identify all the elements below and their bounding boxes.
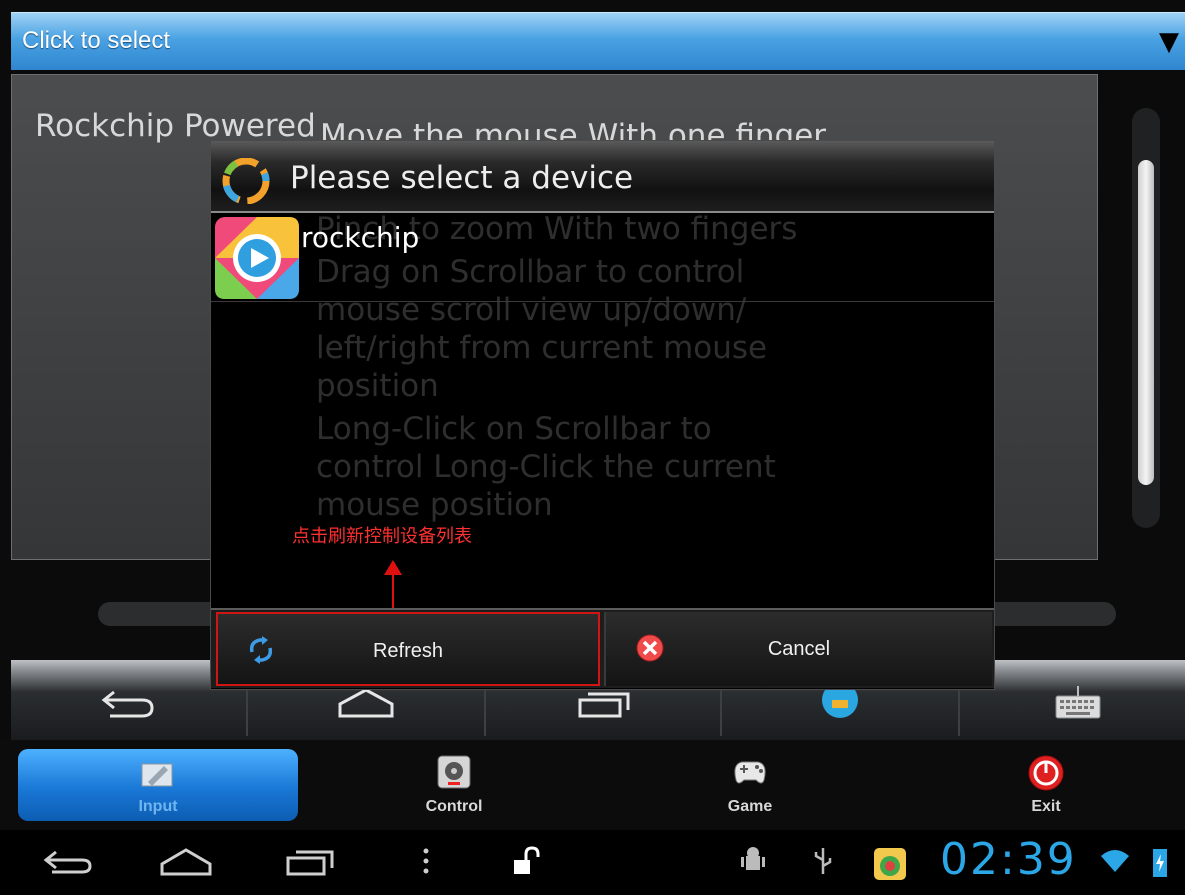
app-logo-icon <box>222 158 270 204</box>
tab-input[interactable]: Input <box>78 750 238 822</box>
gamepad-icon <box>734 761 766 784</box>
power-icon <box>1028 755 1064 791</box>
vertical-scrollbar-thumb[interactable] <box>1138 160 1154 485</box>
help-line: Long-Click on Scrollbar to <box>316 411 712 447</box>
select-label: Click to select <box>22 27 171 54</box>
input-icon <box>141 763 173 787</box>
remote-back-icon[interactable] <box>96 682 160 722</box>
back-icon[interactable] <box>40 846 96 882</box>
battery-charging-icon <box>1152 846 1168 884</box>
control-icon <box>437 755 471 789</box>
cancel-label: Cancel <box>767 638 831 660</box>
android-debug-icon <box>738 846 768 882</box>
help-line: control Long-Click the current <box>316 449 776 485</box>
keyboard-icon[interactable] <box>1046 682 1110 722</box>
clock: 02:39 <box>940 834 1077 885</box>
recent-apps-icon[interactable] <box>282 846 338 882</box>
home-icon[interactable] <box>158 846 214 882</box>
usb-icon <box>808 846 838 882</box>
tab-label: Exit <box>1031 798 1061 815</box>
help-line: position <box>316 368 439 404</box>
tab-label: Control <box>425 798 483 815</box>
cancel-button[interactable]: Cancel <box>604 612 992 686</box>
dropdown-arrow-icon: ▼ <box>1159 27 1179 57</box>
help-line: mouse position <box>316 487 553 523</box>
device-name: rockchip <box>301 221 420 254</box>
tab-control[interactable]: Control <box>374 750 534 822</box>
tab-game[interactable]: Game <box>670 750 830 822</box>
tab-label: Input <box>138 798 178 815</box>
overflow-menu-icon[interactable] <box>420 846 432 882</box>
refresh-label: Refresh <box>372 640 444 662</box>
help-line: left/right from current mouse <box>316 330 768 366</box>
dialog-title: Please select a device <box>290 160 634 196</box>
device-select-dropdown[interactable]: Click to select ▼ <box>11 12 1185 70</box>
refresh-button[interactable]: Refresh <box>216 612 600 686</box>
annotation-text: 点击刷新控制设备列表 <box>292 526 472 547</box>
media-player-icon <box>215 217 299 299</box>
unlock-icon <box>510 846 540 882</box>
tab-label: Game <box>727 798 773 815</box>
app-notification-icon <box>872 846 908 888</box>
brand-text: Rockchip Powered <box>35 108 316 144</box>
wifi-icon <box>1100 848 1130 880</box>
tab-exit[interactable]: Exit <box>966 750 1126 822</box>
